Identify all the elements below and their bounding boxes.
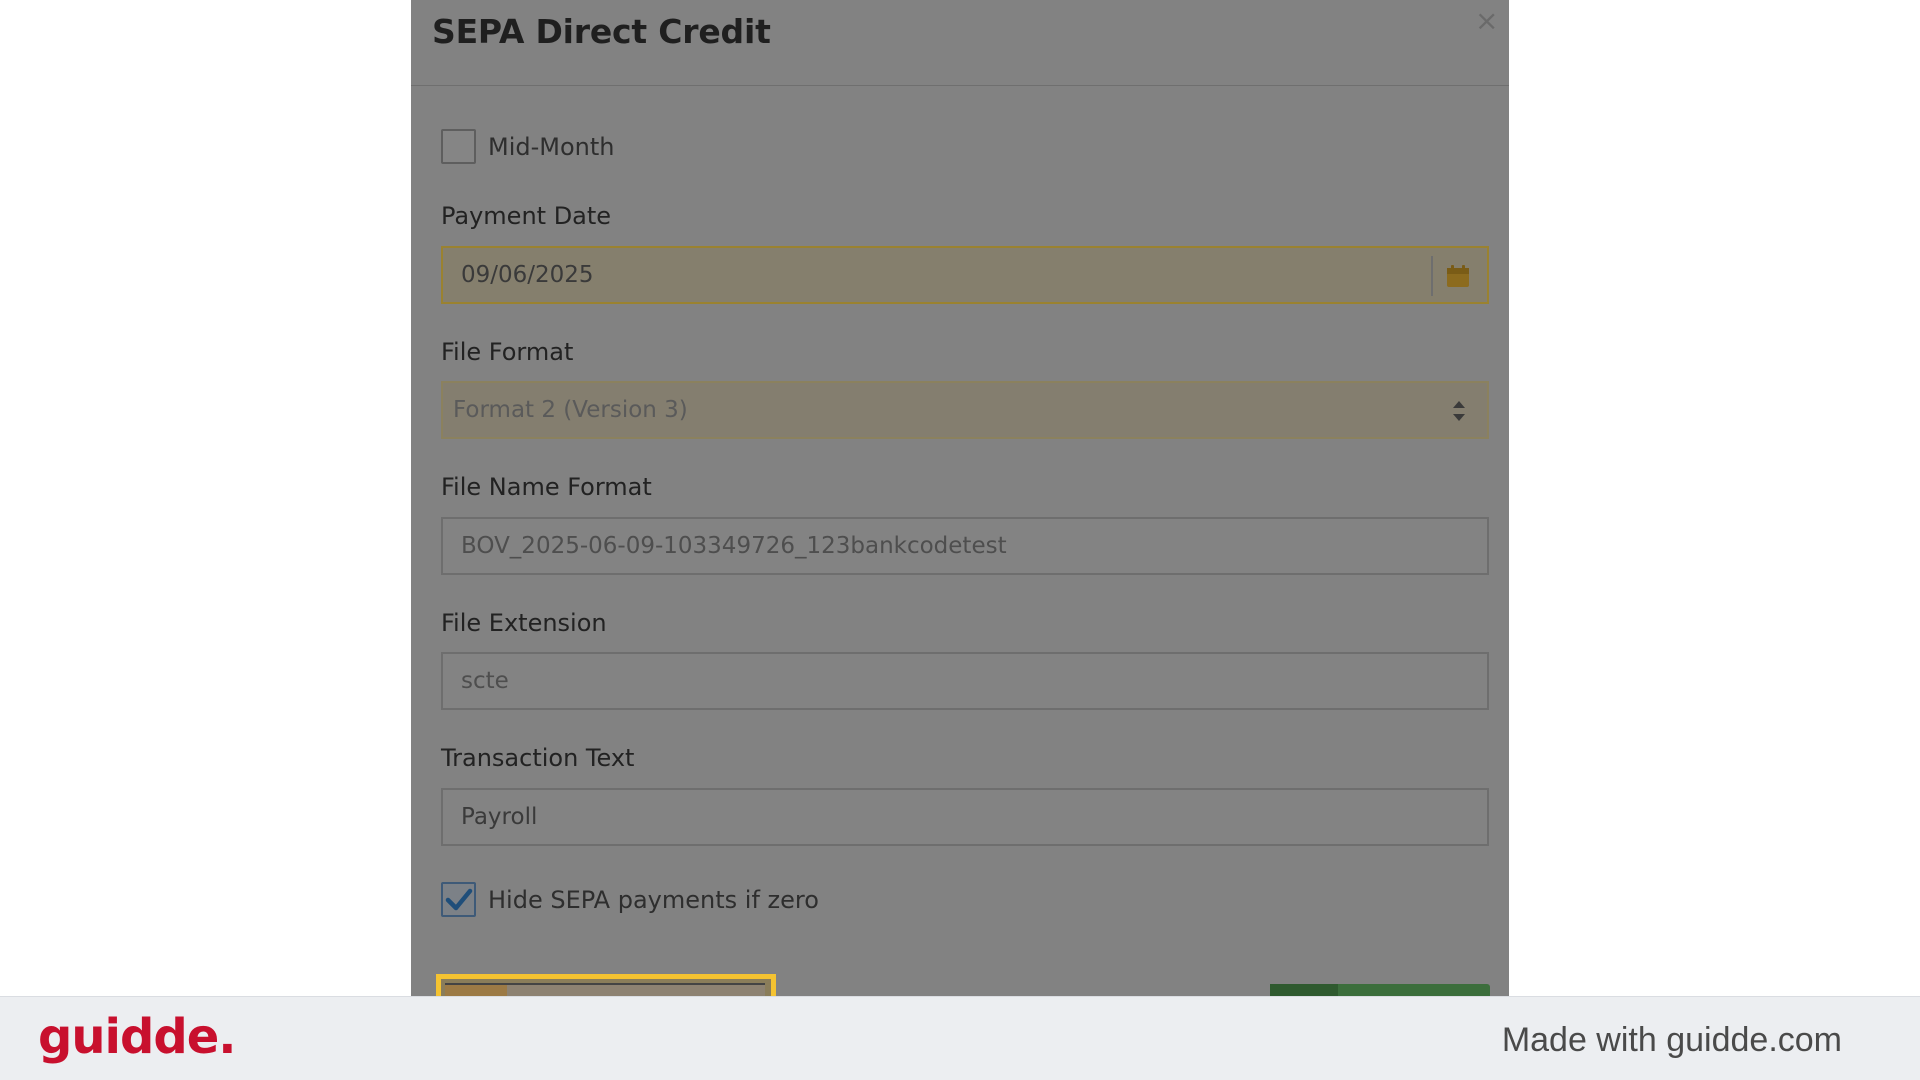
sort-arrows-icon: [1453, 401, 1465, 421]
hide-zero-label: Hide SEPA payments if zero: [488, 885, 819, 914]
file-extension-label: File Extension: [441, 609, 607, 637]
file-name-format-label: File Name Format: [441, 473, 652, 501]
guidde-footer: guidde. Made with guidde.com: [0, 996, 1920, 1080]
payment-date-value: 09/06/2025: [461, 262, 594, 288]
mid-month-checkbox[interactable]: [441, 129, 476, 164]
mid-month-row[interactable]: Mid-Month: [441, 129, 615, 164]
sepa-direct-credit-modal: SEPA Direct Credit × Mid-Month Payment D…: [411, 0, 1509, 996]
transaction-text-value: Payroll: [461, 804, 538, 830]
file-name-format-value: BOV_2025-06-09-103349726_123bankcodetest: [461, 533, 1007, 559]
modal-title: SEPA Direct Credit: [432, 12, 771, 51]
made-with-text: Made with guidde.com: [1501, 1021, 1842, 1059]
mid-month-label: Mid-Month: [488, 132, 615, 161]
file-name-format-input[interactable]: BOV_2025-06-09-103349726_123bankcodetest: [441, 517, 1489, 575]
transaction-text-input[interactable]: Payroll: [441, 788, 1489, 846]
hide-zero-row[interactable]: Hide SEPA payments if zero: [441, 882, 819, 917]
file-format-value: Format 2 (Version 3): [453, 397, 688, 423]
calendar-icon[interactable]: [1445, 263, 1471, 289]
date-divider: [1431, 256, 1433, 296]
hide-zero-checkbox[interactable]: [441, 882, 476, 917]
guidde-logo: guidde.: [38, 1009, 236, 1065]
file-extension-value: scte: [461, 668, 509, 694]
file-format-label: File Format: [441, 338, 574, 366]
screenshot-stage: SEPA Direct Credit × Mid-Month Payment D…: [0, 0, 1920, 1080]
file-format-select[interactable]: Format 2 (Version 3): [441, 381, 1489, 439]
checkmark-icon: [445, 888, 472, 910]
modal-header: SEPA Direct Credit ×: [411, 0, 1509, 86]
file-extension-input[interactable]: scte: [441, 652, 1489, 710]
transaction-text-label: Transaction Text: [441, 744, 635, 772]
payment-date-label: Payment Date: [441, 202, 612, 230]
close-icon[interactable]: ×: [1475, 6, 1498, 36]
payment-date-input[interactable]: 09/06/2025: [441, 246, 1489, 304]
